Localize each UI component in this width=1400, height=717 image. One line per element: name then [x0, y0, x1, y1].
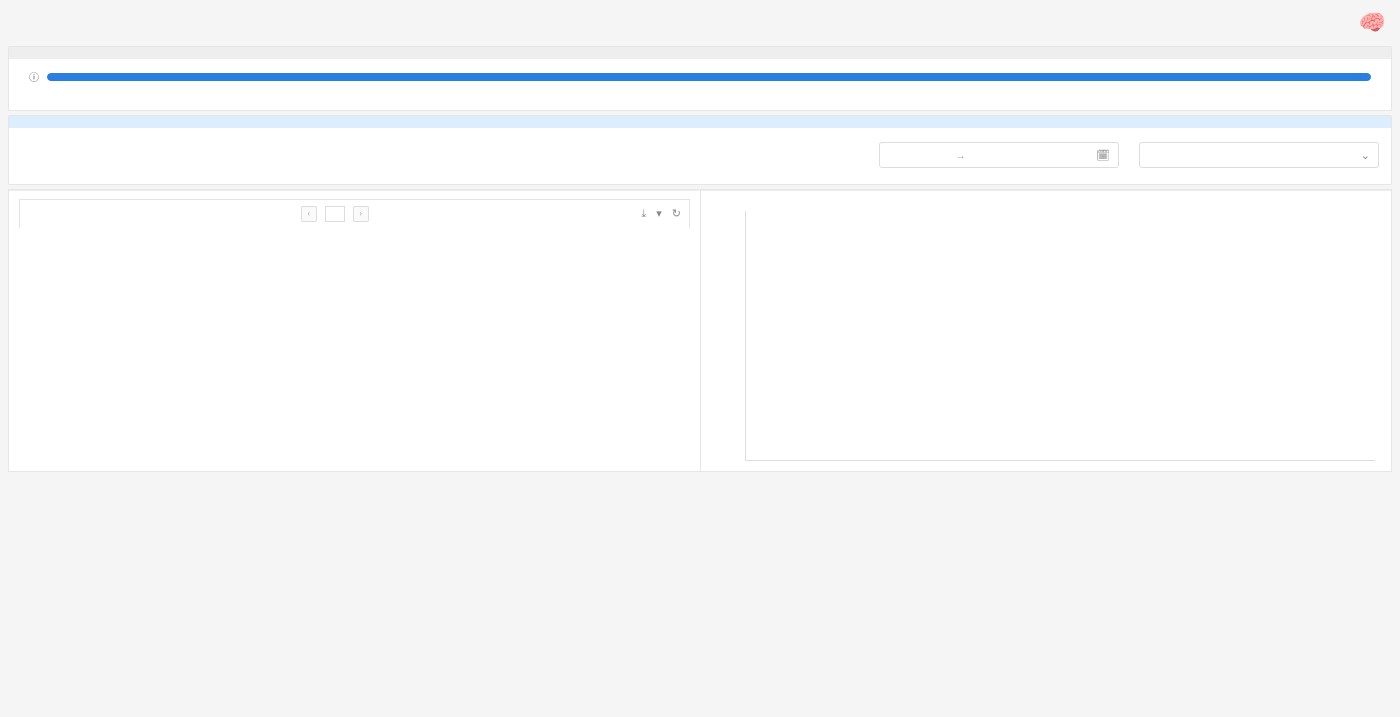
bar-chart — [745, 211, 1375, 461]
progress-fill — [47, 73, 1371, 81]
panel-title-current-month — [9, 47, 1391, 59]
brain-icon: 🧠 — [1357, 10, 1384, 36]
progress-bar — [47, 73, 1371, 81]
refresh-icon[interactable]: ↻ — [672, 207, 681, 221]
filter-icon[interactable]: ▾ — [656, 207, 662, 221]
left-card: ‹ › ⤓ ▾ ↻ — [8, 189, 700, 472]
pager: ‹ › — [301, 206, 369, 222]
date-range-picker[interactable]: → 🗓 — [879, 142, 1119, 168]
stat-total-cost — [21, 138, 287, 146]
download-icon[interactable]: ⤓ — [641, 207, 646, 221]
stat-total-cogs — [307, 138, 573, 146]
current-month-panel: ⓘ — [8, 46, 1392, 111]
pager-next[interactable]: › — [353, 206, 369, 222]
grouping-select[interactable]: ⌄ — [1139, 142, 1379, 168]
period-panel: → 🗓 ⌄ — [8, 115, 1392, 185]
stat-internal-cost — [593, 138, 859, 146]
pager-prev[interactable]: ‹ — [301, 206, 317, 222]
calendar-icon: 🗓 — [1096, 149, 1110, 162]
panel-title-period — [9, 116, 1391, 128]
right-card — [700, 189, 1392, 472]
info-icon[interactable]: ⓘ — [29, 69, 39, 84]
footer-status — [0, 480, 1400, 488]
chevron-down-icon: ⌄ — [1361, 149, 1370, 162]
app-logo: 🧠 — [1357, 10, 1388, 36]
pager-page-input[interactable] — [325, 206, 345, 222]
